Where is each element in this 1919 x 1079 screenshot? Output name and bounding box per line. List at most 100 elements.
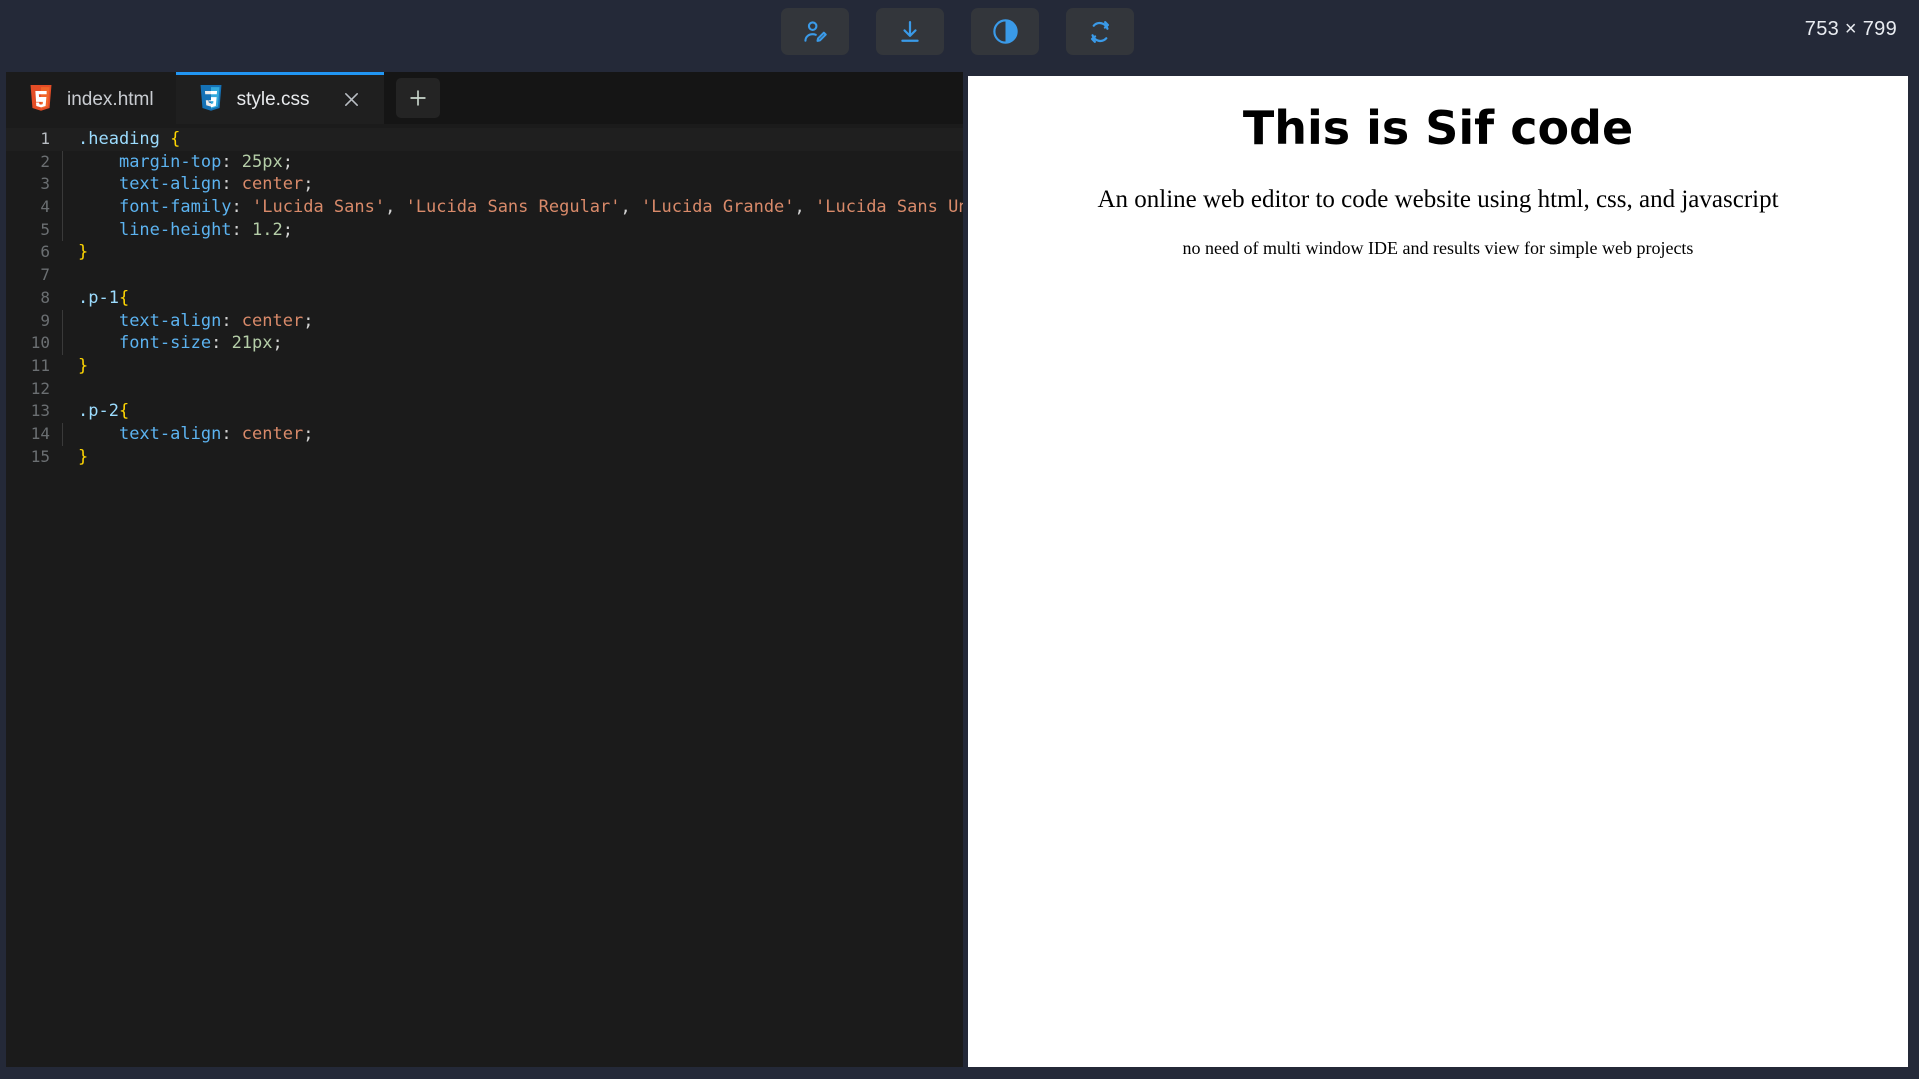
refresh-button[interactable] bbox=[1066, 8, 1134, 55]
code-token: text-align bbox=[118, 310, 222, 331]
code-text: } bbox=[63, 241, 88, 264]
code-line[interactable]: 5 line-height: 1.2; bbox=[6, 218, 963, 242]
line-number: 11 bbox=[30, 355, 50, 375]
contrast-icon bbox=[991, 17, 1020, 46]
code-line[interactable]: 8 .p-1{ bbox=[6, 287, 963, 310]
code-token: : bbox=[221, 310, 242, 331]
plus-icon bbox=[410, 90, 427, 106]
code-token: } bbox=[78, 355, 89, 376]
code-token: font-family bbox=[118, 197, 232, 218]
css3-icon bbox=[198, 85, 224, 114]
code-line[interactable]: 14 text-align: center; bbox=[6, 422, 963, 446]
code-line[interactable]: 15} bbox=[6, 446, 963, 469]
download-button[interactable] bbox=[876, 8, 944, 55]
code-text: .p-2{ bbox=[63, 400, 129, 423]
line-number: 15 bbox=[30, 446, 50, 466]
code-token: ; bbox=[272, 333, 283, 354]
line-number: 1 bbox=[40, 129, 50, 148]
code-token: , bbox=[620, 197, 641, 218]
code-token: 1.2 bbox=[252, 219, 283, 240]
line-number: 9 bbox=[40, 310, 50, 330]
preview-paragraph-2: no need of multi window IDE and results … bbox=[1182, 238, 1694, 259]
preview-pane: This is Sif code An online web editor to… bbox=[968, 76, 1908, 1067]
new-tab-button[interactable] bbox=[396, 78, 441, 118]
code-text: margin-top: 25px; bbox=[63, 151, 293, 174]
code-token: { bbox=[118, 401, 130, 422]
code-token: ; bbox=[303, 310, 314, 331]
editor-pane: index.html style.css 1 .heading {2 marg… bbox=[6, 72, 963, 1067]
code-editor-area[interactable]: 1 .heading {2 margin-top: 25px; 3 text-ali… bbox=[6, 124, 963, 1067]
code-line[interactable]: 13 .p-2{ bbox=[6, 400, 963, 423]
tab-style-css[interactable]: style.css bbox=[175, 72, 385, 124]
account-edit-button[interactable] bbox=[781, 8, 849, 55]
indent-guide bbox=[62, 264, 63, 287]
app-root: 753 × 799 index.html style.css 1 .headin… bbox=[0, 0, 1919, 1079]
code-token: text-align bbox=[118, 174, 222, 195]
code-token: 'Lucida Sans Regular' bbox=[405, 197, 621, 218]
code-text: line-height: 1.2; bbox=[63, 219, 293, 242]
code-token: } bbox=[78, 446, 89, 467]
line-number: 14 bbox=[30, 423, 50, 443]
code-token: 21px bbox=[231, 333, 273, 354]
code-text: .heading { bbox=[63, 128, 180, 151]
tab-index-html[interactable]: index.html bbox=[6, 72, 176, 124]
line-number: 10 bbox=[30, 333, 50, 353]
code-token: .p-2 bbox=[78, 401, 119, 422]
preview-paragraph-1: An online web editor to code website usi… bbox=[1097, 186, 1779, 214]
indent-guide bbox=[62, 378, 63, 401]
code-text: font-family: 'Lucida Sans', 'Lucida Sans… bbox=[63, 196, 963, 219]
code-token: line-height bbox=[118, 219, 232, 240]
line-number: 7 bbox=[40, 265, 50, 285]
code-line[interactable]: 7 bbox=[6, 264, 963, 287]
code-token: margin-top bbox=[118, 151, 222, 172]
code-text: } bbox=[63, 355, 88, 378]
code-line[interactable]: 4 font-family: 'Lucida Sans', 'Lucida Sa… bbox=[6, 196, 963, 219]
code-line[interactable]: 12 bbox=[6, 378, 963, 401]
tab-label: index.html bbox=[67, 88, 154, 110]
code-line[interactable]: 2 margin-top: 25px; bbox=[6, 150, 963, 174]
code-token: text-align bbox=[118, 423, 222, 444]
code-token: ; bbox=[303, 423, 314, 444]
close-icon[interactable] bbox=[340, 89, 362, 111]
code-text: text-align: center; bbox=[63, 173, 314, 196]
code-token: : bbox=[221, 151, 242, 172]
code-token: .heading bbox=[78, 129, 160, 149]
line-number: 4 bbox=[40, 197, 50, 217]
line-number: 5 bbox=[40, 219, 50, 239]
code-line[interactable]: 3 text-align: center; bbox=[6, 173, 963, 197]
code-token: : bbox=[221, 423, 242, 444]
tab-label: style.css bbox=[236, 88, 310, 110]
code-text: } bbox=[63, 446, 88, 469]
code-token: { bbox=[118, 287, 130, 308]
line-number: 8 bbox=[40, 287, 50, 307]
line-number: 12 bbox=[30, 378, 50, 398]
code-token: 25px bbox=[241, 151, 283, 172]
code-line[interactable]: 1 .heading { bbox=[6, 128, 963, 151]
code-token: 'Lucida Sans' bbox=[252, 197, 386, 218]
user-edit-icon bbox=[801, 18, 829, 46]
download-icon bbox=[896, 18, 924, 46]
canvas-dimensions-label: 753 × 799 bbox=[1804, 18, 1897, 40]
preview-heading: This is Sif code bbox=[1242, 101, 1634, 155]
code-line[interactable]: 6} bbox=[6, 241, 963, 264]
code-token: ; bbox=[303, 174, 314, 195]
code-token: center bbox=[241, 310, 304, 331]
code-token: : bbox=[231, 197, 253, 218]
line-number: 2 bbox=[40, 151, 50, 171]
code-line[interactable]: 10 font-size: 21px; bbox=[6, 332, 963, 355]
code-token: center bbox=[241, 174, 304, 195]
code-token: , bbox=[385, 197, 406, 218]
code-text: font-size: 21px; bbox=[63, 332, 283, 355]
theme-toggle-button[interactable] bbox=[971, 8, 1039, 55]
code-line[interactable]: 11} bbox=[6, 355, 963, 378]
code-line[interactable]: 9 text-align: center; bbox=[6, 309, 963, 333]
code-token: 'Lucida Grande' bbox=[641, 197, 795, 218]
code-token: { bbox=[170, 129, 181, 149]
